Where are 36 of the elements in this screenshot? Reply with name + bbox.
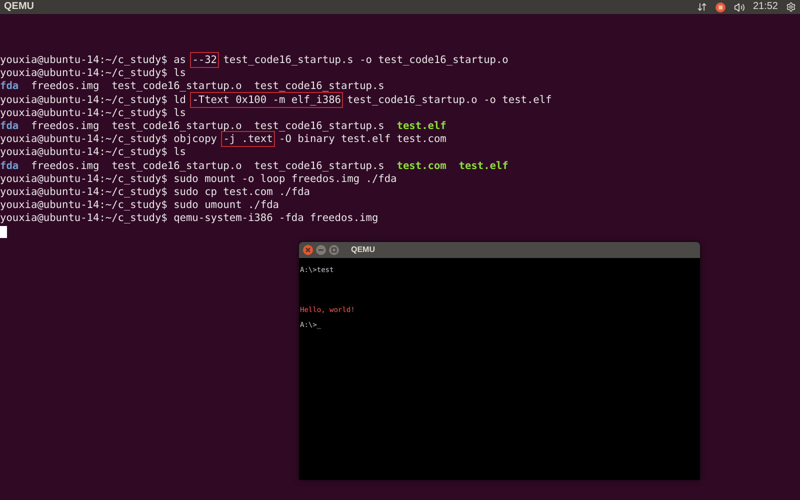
terminal-text: freedos.img test_code16_startup.o test_code16_startup.s: [30, 160, 386, 172]
terminal-text: youxia@ubuntu-14:~/c_study$ sudo cp test.com ./fda: [0, 186, 310, 198]
terminal-text: freedos.img test_code16_startup.o test_code16_startup.s: [30, 120, 386, 132]
highlighted-argument: -j .text: [223, 133, 273, 146]
terminal-text: youxia@ubuntu-14:~/c_study$ ls: [0, 106, 186, 119]
terminal-text: youxia@ubuntu-14:~/c_study$ as: [0, 54, 187, 66]
minimize-icon[interactable]: [316, 245, 326, 255]
close-icon[interactable]: [303, 245, 313, 255]
terminal-text: test_code16_startup.o -o test.elf: [346, 94, 552, 106]
terminal-text: youxia@ubuntu-14:~/c_study$ qemu-system-i386 -fda freedos.img: [0, 212, 378, 224]
executable-name: test.elf: [458, 160, 508, 172]
indicator-icon[interactable]: [714, 2, 726, 12]
terminal-text: test_code16_startup.s -o test_code16_startup.o: [222, 54, 508, 66]
settings-icon[interactable]: [786, 2, 796, 12]
executable-name: test.com: [396, 160, 446, 172]
executable-name: test.elf: [396, 120, 446, 132]
directory-name: fda: [0, 160, 19, 172]
terminal-text: youxia@ubuntu-14:~/c_study$ ld: [0, 94, 187, 106]
terminal-text: youxia@ubuntu-14:~/c_study$ sudo mount -o loop freedos.img ./fda: [0, 172, 397, 185]
window-title: QEMU: [4, 2, 34, 12]
cursor: [0, 226, 7, 238]
terminal-text: youxia@ubuntu-14:~/c_study$ ls: [0, 67, 186, 80]
highlighted-argument: --32: [192, 54, 217, 66]
clock: 21:52: [752, 2, 778, 12]
terminal-text: youxia@ubuntu-14:~/c_study$ objcopy: [0, 133, 218, 146]
terminal-text: youxia@ubuntu-14:~/c_study$ ls: [0, 146, 186, 158]
directory-name: fda: [0, 80, 19, 92]
volume-icon[interactable]: [734, 2, 745, 12]
terminal-text: -O binary test.elf test.com: [278, 133, 446, 146]
highlighted-argument: -Ttext 0x100 -m elf_i386: [192, 94, 341, 106]
window-title: QEMU: [351, 244, 375, 256]
maximize-icon[interactable]: [329, 245, 339, 255]
directory-name: fda: [0, 120, 19, 132]
terminal-text: youxia@ubuntu-14:~/c_study$ sudo umount ./fda: [0, 199, 279, 212]
network-icon[interactable]: [696, 2, 707, 12]
terminal-text: freedos.img test_code16_startup.o test_code16_startup.s: [30, 80, 384, 92]
